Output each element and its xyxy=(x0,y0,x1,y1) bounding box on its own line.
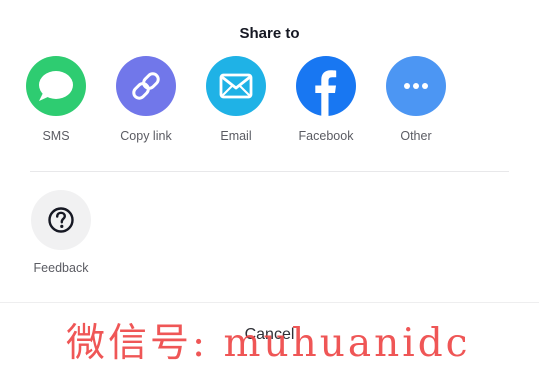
sheet-title: Share to xyxy=(239,25,300,42)
share-email-label: Email xyxy=(220,129,252,143)
share-facebook-label: Facebook xyxy=(298,129,354,143)
share-copy-link-label: Copy link xyxy=(120,129,172,143)
link-icon xyxy=(116,56,176,116)
question-mark-icon xyxy=(31,190,91,250)
share-email-button[interactable]: Email xyxy=(193,56,279,143)
watermark-text: 微信号: muhuanidc xyxy=(66,321,471,366)
section-divider xyxy=(30,171,509,172)
feedback-button[interactable]: Feedback xyxy=(18,190,104,275)
share-copy-link-button[interactable]: Copy link xyxy=(103,56,189,143)
share-other-button[interactable]: Other xyxy=(373,56,459,143)
share-sheet: Share to SMS Copy link Email Facebook Ot… xyxy=(0,0,539,378)
envelope-icon xyxy=(206,56,266,116)
share-facebook-button[interactable]: Facebook xyxy=(283,56,369,143)
sms-bubble-icon xyxy=(26,56,86,116)
share-targets-row: SMS Copy link Email Facebook Other xyxy=(0,56,539,146)
share-sms-button[interactable]: SMS xyxy=(13,56,99,143)
more-dots-icon xyxy=(386,56,446,116)
share-other-label: Other xyxy=(400,129,432,143)
facebook-icon xyxy=(296,56,356,116)
share-sms-label: SMS xyxy=(42,129,70,143)
feedback-label: Feedback xyxy=(33,261,89,275)
